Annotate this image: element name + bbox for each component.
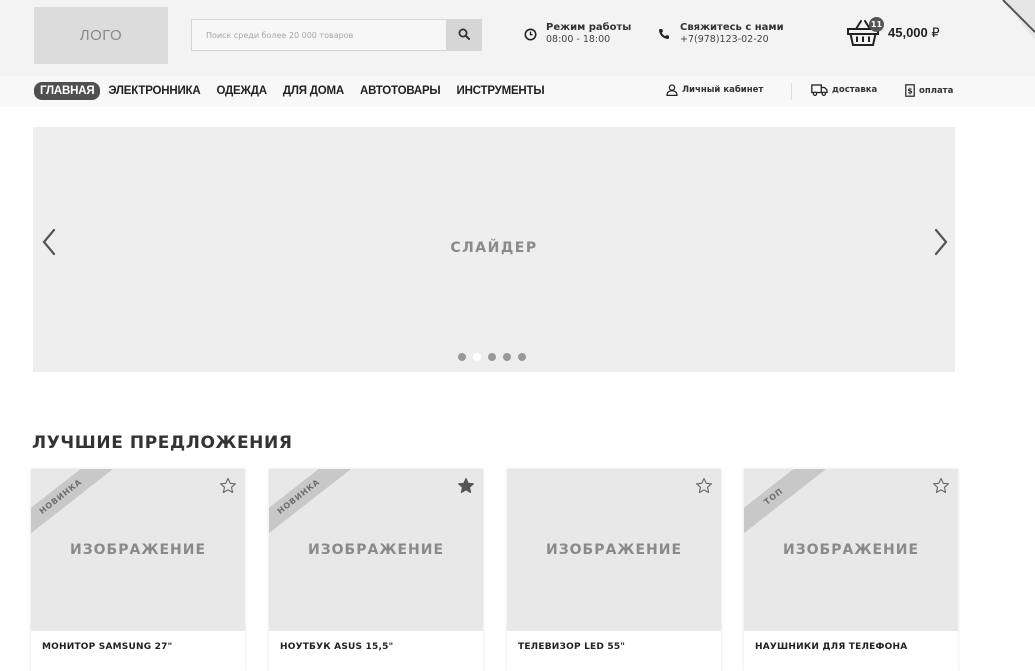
search-icon xyxy=(458,28,470,43)
nav-item-electronics[interactable]: ЭЛЕКТРОННИКА xyxy=(102,82,206,100)
favorite-star-icon[interactable] xyxy=(695,477,713,495)
phone-icon xyxy=(656,26,672,42)
personal-account-link[interactable]: Личный кабинет xyxy=(666,84,763,96)
truck-icon xyxy=(811,84,828,96)
section-title-best-offers: ЛУЧШИЕ ПРЕДЛОЖЕНИЯ xyxy=(32,433,293,453)
payment-label: оплата xyxy=(919,85,954,96)
logo[interactable]: ЛОГО xyxy=(34,7,168,64)
working-hours-title: Режим работы xyxy=(546,22,632,33)
badge-ribbon: НОВИНКА xyxy=(269,469,361,548)
product-name[interactable]: НАУШНИКИ ДЛЯ ТЕЛЕФОНА xyxy=(755,642,907,652)
product-name[interactable]: НОУТБУК ASUS 15,5" xyxy=(280,642,393,652)
user-icon xyxy=(666,84,678,96)
svg-text:$: $ xyxy=(907,87,912,96)
cart-total: 45,000 ₽ xyxy=(888,25,940,41)
header: ЛОГО Режим работы 08:00 - 18:00 Свяжитес… xyxy=(0,0,1035,76)
receipt-icon: $ xyxy=(905,84,915,97)
cart[interactable]: 11 45,000 ₽ xyxy=(846,17,940,48)
delivery-label: доставка xyxy=(832,85,878,95)
slider-dot-1[interactable] xyxy=(458,353,466,361)
product-card[interactable]: НОВИНКА ИЗОБРАЖЕНИЕ НОУТБУК ASUS 15,5" xyxy=(269,469,483,671)
product-image-placeholder[interactable]: НОВИНКА ИЗОБРАЖЕНИЕ xyxy=(269,469,483,631)
search-input[interactable] xyxy=(191,19,446,51)
nav-item-tools[interactable]: ИНСТРУМЕНТЫ xyxy=(451,82,551,100)
search-bar xyxy=(191,19,482,51)
delivery-link[interactable]: доставка xyxy=(811,84,877,96)
favorite-star-filled-icon[interactable] xyxy=(457,477,475,495)
contact-phone[interactable]: +7(978)123-02-20 xyxy=(680,34,784,46)
nav-divider xyxy=(791,83,792,100)
slider-placeholder-label: СЛАЙДЕР xyxy=(450,240,538,256)
product-image-placeholder[interactable]: ИЗОБРАЖЕНИЕ xyxy=(507,469,721,631)
main-navigation: ГЛАВНАЯ ЭЛЕКТРОННИКА ОДЕЖДА ДЛЯ ДОМА АВТ… xyxy=(0,76,1035,107)
product-card[interactable]: ИЗОБРАЖЕНИЕ ТЕЛЕВИЗОР LED 55" xyxy=(507,469,721,671)
badge-ribbon: НОВИНКА xyxy=(31,469,123,548)
slider-next-arrow[interactable] xyxy=(931,227,951,257)
product-name[interactable]: ТЕЛЕВИЗОР LED 55" xyxy=(518,642,625,652)
favorite-star-icon[interactable] xyxy=(219,477,237,495)
currency-symbol: ₽ xyxy=(931,25,940,40)
slider-dot-5[interactable] xyxy=(518,353,526,361)
nav-item-home-goods[interactable]: ДЛЯ ДОМА xyxy=(277,82,350,100)
product-image-placeholder[interactable]: ТОП ИЗОБРАЖЕНИЕ xyxy=(744,469,958,631)
product-image-placeholder[interactable]: НОВИНКА ИЗОБРАЖЕНИЕ xyxy=(31,469,245,631)
cart-total-value: 45,000 xyxy=(888,25,928,40)
image-placeholder-label: ИЗОБРАЖЕНИЕ xyxy=(307,542,445,558)
nav-item-home[interactable]: ГЛАВНАЯ xyxy=(34,82,101,100)
nav-item-clothing[interactable]: ОДЕЖДА xyxy=(210,82,272,100)
page-corner-fold xyxy=(1002,0,1035,40)
payment-link[interactable]: $ оплата xyxy=(905,84,953,97)
cart-count-badge: 11 xyxy=(869,17,884,32)
slider-dot-3[interactable] xyxy=(488,353,496,361)
category-menu: ГЛАВНАЯ ЭЛЕКТРОННИКА ОДЕЖДА ДЛЯ ДОМА АВТ… xyxy=(34,82,554,100)
hero-slider[interactable]: СЛАЙДЕР xyxy=(33,127,955,372)
basket-icon[interactable]: 11 xyxy=(846,17,884,48)
contact-title: Свяжитесь с нами xyxy=(680,22,784,33)
search-button[interactable] xyxy=(446,19,482,51)
slider-dot-2[interactable] xyxy=(473,353,481,361)
working-hours-value: 08:00 - 18:00 xyxy=(546,34,611,45)
contact-info: Свяжитесь с нами +7(978)123-02-20 xyxy=(656,22,784,46)
clock-icon xyxy=(522,26,538,42)
slider-prev-arrow[interactable] xyxy=(39,227,59,257)
slider-dot-4[interactable] xyxy=(503,353,511,361)
favorite-star-icon[interactable] xyxy=(932,477,950,495)
product-card[interactable]: ТОП ИЗОБРАЖЕНИЕ НАУШНИКИ ДЛЯ ТЕЛЕФОНА xyxy=(744,469,958,671)
image-placeholder-label: ИЗОБРАЖЕНИЕ xyxy=(782,542,920,558)
image-placeholder-label: ИЗОБРАЖЕНИЕ xyxy=(69,542,207,558)
working-hours: Режим работы 08:00 - 18:00 xyxy=(522,22,631,46)
nav-item-auto[interactable]: АВТОТОВАРЫ xyxy=(354,82,447,100)
image-placeholder-label: ИЗОБРАЖЕНИЕ xyxy=(545,542,683,558)
badge-ribbon: ТОП xyxy=(744,469,836,548)
slider-pagination xyxy=(458,353,533,361)
product-card[interactable]: НОВИНКА ИЗОБРАЖЕНИЕ МОНИТОР SAMSUNG 27" xyxy=(31,469,245,671)
personal-account-label: Личный кабинет xyxy=(682,85,764,95)
product-name[interactable]: МОНИТОР SAMSUNG 27" xyxy=(42,642,172,652)
